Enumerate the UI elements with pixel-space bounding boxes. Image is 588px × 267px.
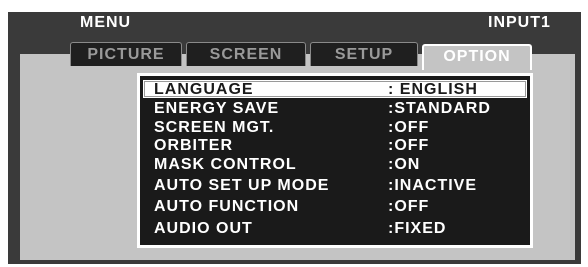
menu-item-label: MASK CONTROL [154, 156, 297, 173]
menu-title: MENU [80, 14, 132, 31]
menu-item-orbiter[interactable]: ORBITER :OFF [142, 136, 528, 156]
menu-item-label: AUTO SET UP MODE [154, 177, 330, 194]
menu-item-value: :INACTIVE [388, 177, 477, 194]
menu-item-value: :FIXED [388, 220, 447, 237]
menu-item-label: LANGUAGE [154, 81, 254, 98]
menu-item-label: AUDIO OUT [154, 220, 253, 237]
menu-item-value: :ON [388, 156, 421, 173]
menu-item-value: : ENGLISH [388, 81, 478, 98]
menu-item-label: ENERGY SAVE [154, 100, 280, 117]
menu-item-value: :STANDARD [388, 100, 491, 117]
menu-item-value: :OFF [388, 137, 430, 154]
menu-item-value: :OFF [388, 198, 430, 215]
menu-item-auto-set-up-mode[interactable]: AUTO SET UP MODE :INACTIVE [142, 176, 528, 196]
input-source-label: INPUT1 [488, 14, 551, 31]
menu-item-energy-save[interactable]: ENERGY SAVE :STANDARD [142, 99, 528, 119]
menu-item-label: AUTO FUNCTION [154, 198, 300, 215]
tab-option[interactable]: OPTION [422, 44, 532, 70]
menu-item-value: :OFF [388, 119, 430, 136]
menu-item-label: ORBITER [154, 137, 233, 154]
menu-item-language[interactable]: LANGUAGE : ENGLISH [142, 79, 528, 99]
menu-item-label: SCREEN MGT. [154, 119, 275, 136]
menu-item-mask-control[interactable]: MASK CONTROL :ON [142, 155, 528, 175]
tab-setup[interactable]: SETUP [310, 42, 418, 66]
menu-item-audio-out[interactable]: AUDIO OUT :FIXED [142, 219, 528, 239]
menu-item-auto-function[interactable]: AUTO FUNCTION :OFF [142, 197, 528, 217]
tab-picture[interactable]: PICTURE [70, 42, 182, 66]
tab-screen[interactable]: SCREEN [186, 42, 306, 66]
menu-item-screen-mgt[interactable]: SCREEN MGT. :OFF [142, 118, 528, 138]
